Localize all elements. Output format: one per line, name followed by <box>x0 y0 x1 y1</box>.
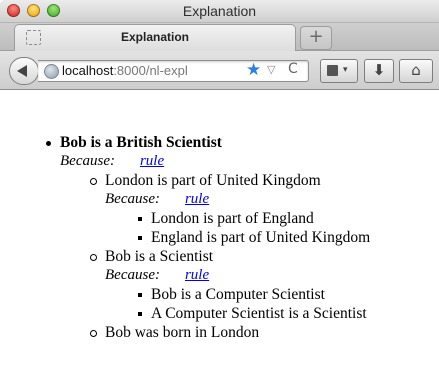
list-item: England is part of United Kingdom <box>138 228 430 247</box>
list-item: Bob is a Computer Scientist <box>138 285 430 304</box>
list-item: London is part of England <box>138 209 430 228</box>
because-label: Because: <box>105 191 160 207</box>
reload-icon[interactable]: C <box>288 61 298 77</box>
bullet <box>90 254 97 261</box>
fact-text: London is part of England <box>151 210 314 227</box>
browser-window: Explanation Explanation + localhost:8000… <box>0 0 439 392</box>
chevron-down-icon: ▾ <box>343 65 348 75</box>
rule-link[interactable]: rule <box>185 191 209 207</box>
url-text[interactable]: localhost:8000/nl-expl <box>62 63 188 78</box>
list-item: Bob is a British Scientist <box>46 133 430 152</box>
list-item: Bob was born in London <box>90 323 430 342</box>
because-line: Because: rule <box>105 190 430 209</box>
premise-text: Bob was born in London <box>105 324 260 341</box>
download-arrow-icon: ⬇ <box>372 61 386 79</box>
because-label: Because: <box>105 267 160 283</box>
rule-link[interactable]: rule <box>140 153 164 169</box>
bullet <box>90 330 97 337</box>
navigation-toolbar: localhost:8000/nl-expl ★ ▽ C ▾ ⬇ ⌂ <box>0 51 439 90</box>
because-line: Because: rule <box>60 152 430 171</box>
back-button[interactable] <box>9 57 39 85</box>
fact-text: Bob is a Computer Scientist <box>151 286 325 303</box>
bullet <box>138 217 142 221</box>
bullet <box>138 236 142 240</box>
bookmarks-icon <box>327 65 338 76</box>
downloads-button[interactable]: ⬇ <box>364 59 394 83</box>
new-tab-button[interactable]: + <box>300 26 332 50</box>
url-bar[interactable]: localhost:8000/nl-expl ★ ▽ C <box>38 60 309 82</box>
list-item: Bob is a Scientist <box>90 247 430 266</box>
page-content: Bob is a British Scientist Because: rule … <box>0 90 439 392</box>
bookmark-star-icon[interactable]: ★ <box>246 60 261 80</box>
rule-link[interactable]: rule <box>185 267 209 283</box>
conclusion-text: Bob is a British Scientist <box>60 134 222 151</box>
bullet <box>138 293 142 297</box>
home-button[interactable]: ⌂ <box>399 59 433 83</box>
because-line: Because: rule <box>105 266 430 285</box>
tab-label: Explanation <box>120 30 189 44</box>
site-identity-icon[interactable] <box>44 64 59 79</box>
bullet <box>90 178 97 185</box>
url-history-dropdown-icon[interactable]: ▽ <box>267 63 275 76</box>
window-title: Explanation <box>182 3 257 19</box>
bullet <box>46 141 51 146</box>
list-item: A Computer Scientist is a Scientist <box>138 304 430 323</box>
url-host: localhost <box>62 63 114 78</box>
url-path: :8000/nl-expl <box>113 63 188 78</box>
because-label: Because: <box>60 153 115 169</box>
back-arrow-icon <box>17 65 27 77</box>
premise-text: London is part of United Kingdom <box>105 172 321 189</box>
tab-strip: Explanation + <box>0 23 439 51</box>
list-item: London is part of United Kingdom <box>90 171 430 190</box>
tab-explanation[interactable]: Explanation <box>14 24 296 51</box>
bullet <box>138 312 142 316</box>
fact-text: A Computer Scientist is a Scientist <box>151 305 367 322</box>
home-icon: ⌂ <box>411 61 421 79</box>
fact-text: England is part of United Kingdom <box>151 229 371 246</box>
premise-text: Bob is a Scientist <box>105 248 214 265</box>
explanation-tree: Bob is a British Scientist Because: rule … <box>46 133 430 342</box>
bookmarks-menu-button[interactable]: ▾ <box>320 59 358 83</box>
title-bar[interactable]: Explanation <box>0 0 439 23</box>
